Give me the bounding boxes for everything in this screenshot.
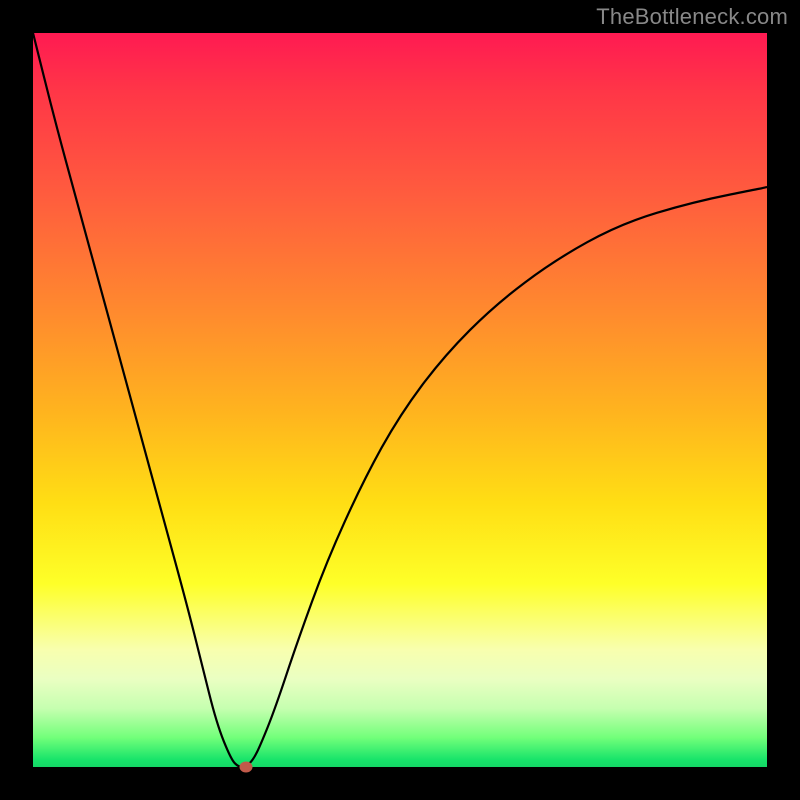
- watermark-text: TheBottleneck.com: [596, 4, 788, 30]
- chart-frame: TheBottleneck.com: [0, 0, 800, 800]
- plot-area: [33, 33, 767, 767]
- optimal-point-marker: [239, 762, 252, 773]
- gradient-background: [33, 33, 767, 767]
